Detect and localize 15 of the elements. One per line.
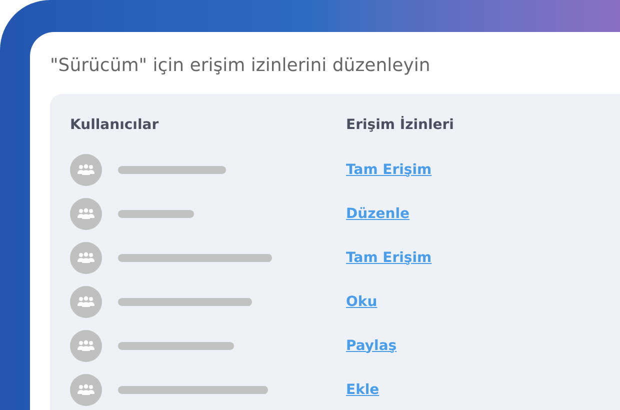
- column-header: Kullanıcılar: [70, 116, 160, 134]
- user-group-icon: [70, 286, 102, 318]
- user-group-icon: [70, 154, 102, 186]
- permission-link[interactable]: Ekle: [346, 380, 380, 400]
- column-header: Erişim İzinleri: [346, 115, 454, 134]
- permission-link[interactable]: Düzenle: [346, 204, 410, 224]
- user-group-icon: [70, 374, 102, 406]
- user-group-icon: [70, 198, 102, 230]
- permission-link[interactable]: Tam Erişim: [346, 248, 432, 268]
- permission-link[interactable]: Tam Erişim: [346, 160, 432, 180]
- user-group-icon: [70, 330, 102, 362]
- permission-link[interactable]: Oku: [346, 292, 378, 312]
- permission-link[interactable]: Paylaş: [346, 336, 397, 356]
- user-group-icon: [70, 242, 102, 274]
- dialog-title: "Sürücüm" için erişim izinlerini düzenleyin: [50, 54, 432, 78]
